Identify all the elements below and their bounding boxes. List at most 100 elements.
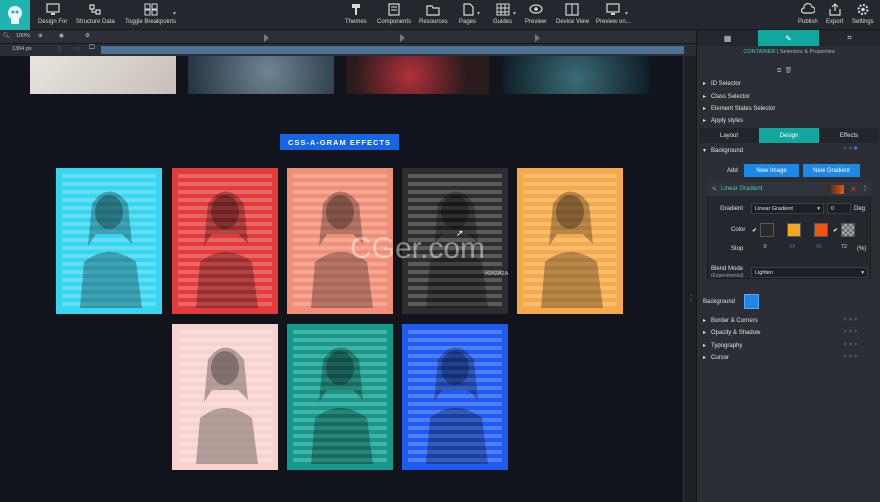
zoom-reset-icon[interactable]: ◉ (59, 33, 64, 39)
grid-icon (496, 3, 509, 16)
grid-icon: ▦ (723, 33, 732, 43)
section-status-dots: ●●● (843, 341, 859, 348)
structure-data-button[interactable]: Structure Data (76, 0, 115, 30)
tab-design[interactable]: ✎ (758, 30, 819, 46)
new-image-button[interactable]: New Image (744, 164, 799, 177)
breakpoint-marker[interactable] (400, 34, 405, 42)
design-for-label: Design For (38, 19, 68, 25)
stop-input[interactable]: 66 (812, 244, 826, 254)
zoom-level[interactable]: 100% (16, 33, 30, 39)
close-icon[interactable]: ✕ (850, 185, 857, 194)
gallery-image (346, 56, 489, 94)
color-swatch[interactable] (760, 223, 774, 237)
panel-resize-handle[interactable]: ⋮ (683, 56, 696, 502)
phone-icon[interactable]: ▯ (58, 45, 61, 52)
gallery-image (30, 56, 176, 94)
section-heading[interactable]: CSS-A-GRAM EFFECTS (280, 134, 399, 150)
color-swatch[interactable] (814, 223, 828, 237)
chevron-down-icon[interactable]: ▾ (477, 10, 480, 17)
desktop-icon[interactable]: 🖵︎ (89, 45, 95, 52)
tab-css[interactable]: ⌗ (819, 30, 880, 46)
brush-icon: ✎ (785, 33, 792, 43)
zoom-out-icon[interactable]: 🔍︎ (3, 33, 10, 39)
crumb-container[interactable]: CONTAINER (743, 49, 775, 55)
background-label: Background (703, 299, 736, 305)
tab-design-sub[interactable]: Design (759, 128, 819, 143)
background-color-swatch[interactable] (744, 294, 759, 309)
section-status-dots: ●●● (843, 316, 859, 323)
typography-row[interactable]: Typography (703, 342, 742, 349)
tab-effects[interactable]: Effects (819, 128, 879, 143)
guides-button[interactable]: Guides (493, 0, 512, 30)
monitor-icon (606, 3, 620, 15)
publish-label: Publish (798, 19, 818, 25)
filter-card[interactable] (56, 168, 162, 314)
tablet-icon[interactable]: ▭ (74, 45, 80, 52)
components-button[interactable]: Components (377, 0, 411, 30)
filter-card[interactable] (172, 168, 278, 314)
brush-icon (351, 4, 360, 15)
zoom-in-icon[interactable]: ⊕ (38, 33, 43, 39)
breakpoint-marker[interactable] (264, 34, 269, 42)
breakpoint-marker[interactable] (535, 34, 540, 42)
new-gradient-button[interactable]: New Gradient (803, 164, 860, 177)
device-view-button[interactable]: Device View (556, 0, 589, 30)
chevron-down-icon[interactable]: ▾ (173, 10, 176, 17)
filter-card[interactable] (402, 324, 508, 470)
element-states-row[interactable]: Element States Selector (703, 105, 775, 112)
stop-input[interactable]: 72 (837, 244, 851, 254)
filter-card[interactable] (517, 168, 623, 314)
design-canvas[interactable]: CSS-A-GRAM EFFECTS #2A2A2A CGer.com ➚ (0, 56, 683, 502)
export-button[interactable]: Export (826, 0, 843, 30)
portrait-figure (196, 347, 258, 464)
publish-button[interactable]: Publish (798, 0, 818, 30)
tab-layout[interactable]: Layout (699, 128, 759, 143)
transparent-swatch[interactable] (841, 223, 855, 237)
color-swatch[interactable] (787, 223, 801, 237)
chevron-down-icon[interactable]: ▾ (625, 10, 628, 17)
class-selector-row[interactable]: Class Selector (703, 93, 750, 100)
copy-delete-icons[interactable]: ⧉ 🗑︎ (777, 67, 792, 75)
gradient-type-select[interactable]: Linear Gradient ▾ (751, 203, 824, 214)
pages-button[interactable]: Pages (459, 0, 476, 30)
blend-mode-select[interactable]: Lighten ▾ (751, 267, 868, 278)
id-selector-row[interactable]: ID Selector (703, 80, 741, 87)
settings-icon[interactable]: ⚙ (85, 33, 90, 39)
chevron-down-icon[interactable]: ▾ (513, 10, 516, 17)
device-icon (565, 3, 580, 16)
drag-handle-icon[interactable]: ⋮ (687, 294, 695, 303)
filter-card[interactable] (172, 324, 278, 470)
themes-label: Themes (345, 19, 367, 25)
stop-input[interactable]: 33 (785, 244, 799, 254)
section-status-dots: ●●● (843, 328, 859, 335)
settings-button[interactable]: Settings (852, 0, 874, 30)
check-icon[interactable]: ✔ (752, 227, 757, 234)
angle-input[interactable]: 0 (827, 203, 851, 214)
check-icon[interactable]: ✔ (833, 227, 838, 234)
structure-icon (89, 4, 101, 15)
resources-button[interactable]: Resources (419, 0, 448, 30)
themes-button[interactable]: Themes (345, 0, 367, 30)
more-icon[interactable]: ⋮ (862, 185, 868, 192)
eye-icon (529, 4, 543, 14)
filter-card[interactable] (287, 324, 393, 470)
portrait-figure (311, 347, 373, 464)
blend-mode-sublabel: (Experimental) (711, 273, 744, 279)
gallery-image (503, 56, 649, 94)
cursor-row[interactable]: Cursor (703, 354, 729, 361)
apply-styles-row[interactable]: Apply styles (703, 117, 743, 124)
border-corners-row[interactable]: Border & Corners (703, 317, 758, 324)
pencil-icon[interactable]: ✎ (712, 186, 717, 193)
background-section[interactable]: Background (703, 147, 743, 154)
toggle-breakpoints-button[interactable]: Toggle Breakpoints (125, 0, 176, 30)
add-label: Add (727, 168, 738, 174)
opacity-shadow-row[interactable]: Opacity & Shadow (703, 329, 760, 336)
preview-button[interactable]: Preview (525, 0, 546, 30)
properties-panel: ▦ ✎ ⌗ CONTAINER | Selectors & Properties… (696, 30, 880, 502)
blend-mode-value: Lighten (755, 269, 774, 276)
tab-structure[interactable]: ▦ (697, 30, 758, 46)
viewport-width-bar[interactable] (101, 46, 684, 54)
settings-label: Settings (852, 19, 874, 25)
design-for-button[interactable]: Design For (38, 0, 67, 30)
stop-input[interactable]: 0 (758, 244, 772, 254)
